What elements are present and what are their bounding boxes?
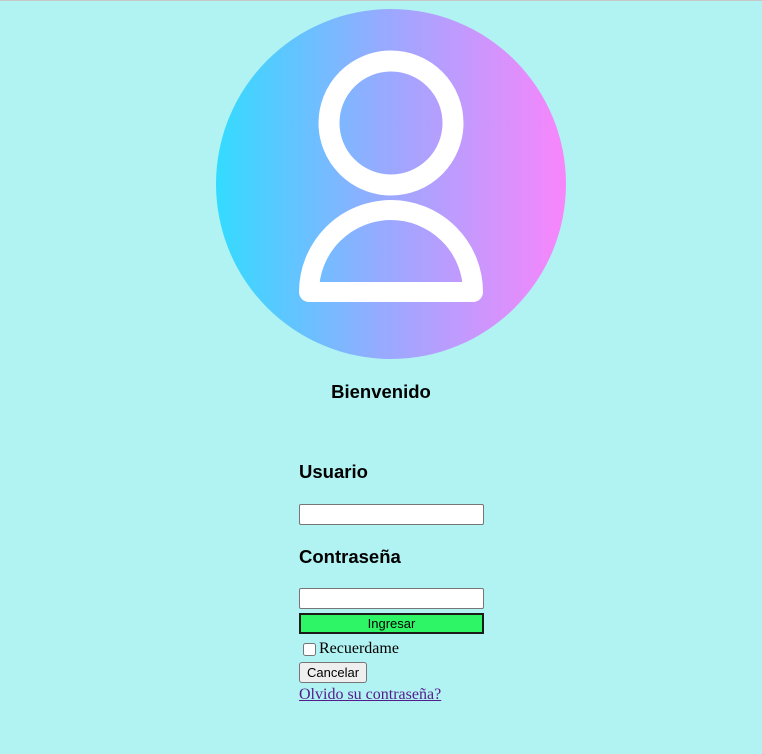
password-label: Contraseña xyxy=(299,546,401,567)
remember-checkbox[interactable] xyxy=(303,642,316,656)
submit-button[interactable]: Ingresar xyxy=(299,613,484,634)
remember-label: Recuerdame xyxy=(319,640,399,657)
forgot-password-link[interactable]: Olvido su contraseña? xyxy=(299,686,441,704)
password-input[interactable] xyxy=(299,588,484,609)
user-icon xyxy=(299,50,483,302)
username-input[interactable] xyxy=(299,504,484,525)
cancel-button[interactable]: Cancelar xyxy=(299,662,368,683)
welcome-heading: Bienvenido xyxy=(331,381,431,402)
username-label: Usuario xyxy=(299,461,368,482)
remember-me[interactable]: Recuerdame xyxy=(303,639,399,659)
avatar xyxy=(216,9,566,359)
